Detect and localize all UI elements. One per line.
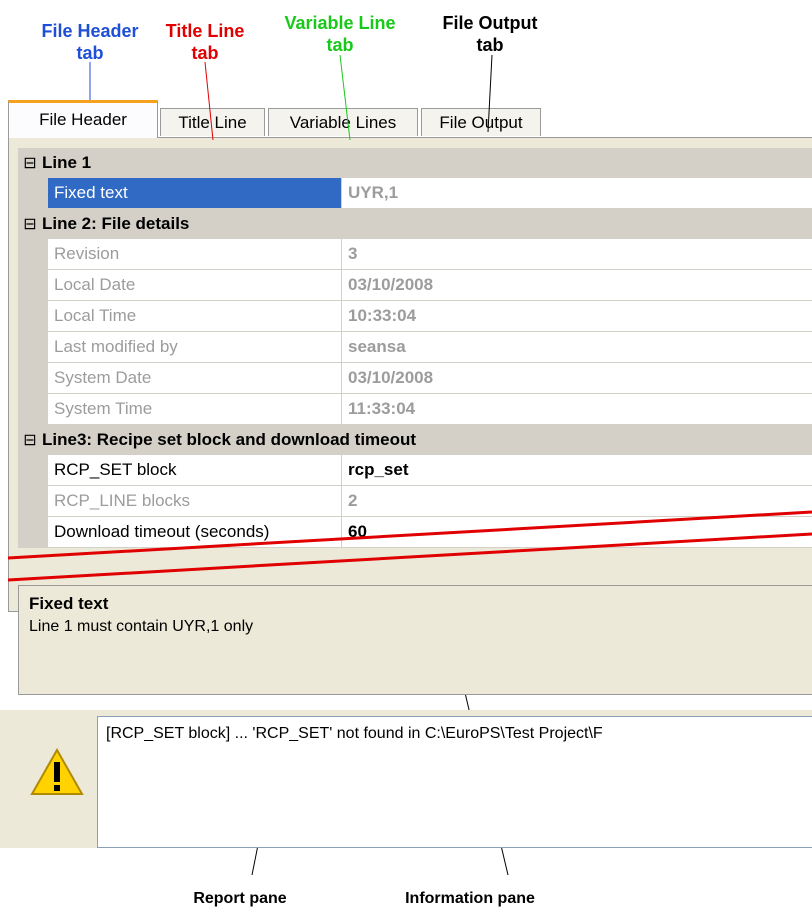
report-message: [RCP_SET block] ... 'RCP_SET' not found … [106, 725, 603, 742]
leader-line [487, 54, 493, 133]
tab-file-header[interactable]: File Header [8, 100, 158, 138]
report-pane-annotation: Report pane [193, 890, 287, 907]
information-pane: Fixed text Line 1 must contain UYR,1 onl… [18, 585, 812, 695]
report-pane[interactable]: [RCP_SET block] ... 'RCP_SET' not found … [97, 716, 812, 848]
information-pane-annotation: Information pane [405, 890, 535, 907]
info-title: Fixed text [29, 594, 109, 613]
leader-line [204, 61, 214, 141]
break-line [7, 510, 812, 560]
warning-icon [30, 748, 84, 795]
leader-line [339, 54, 351, 141]
info-description: Line 1 must contain UYR,1 only [29, 618, 254, 635]
break-line [7, 532, 812, 582]
